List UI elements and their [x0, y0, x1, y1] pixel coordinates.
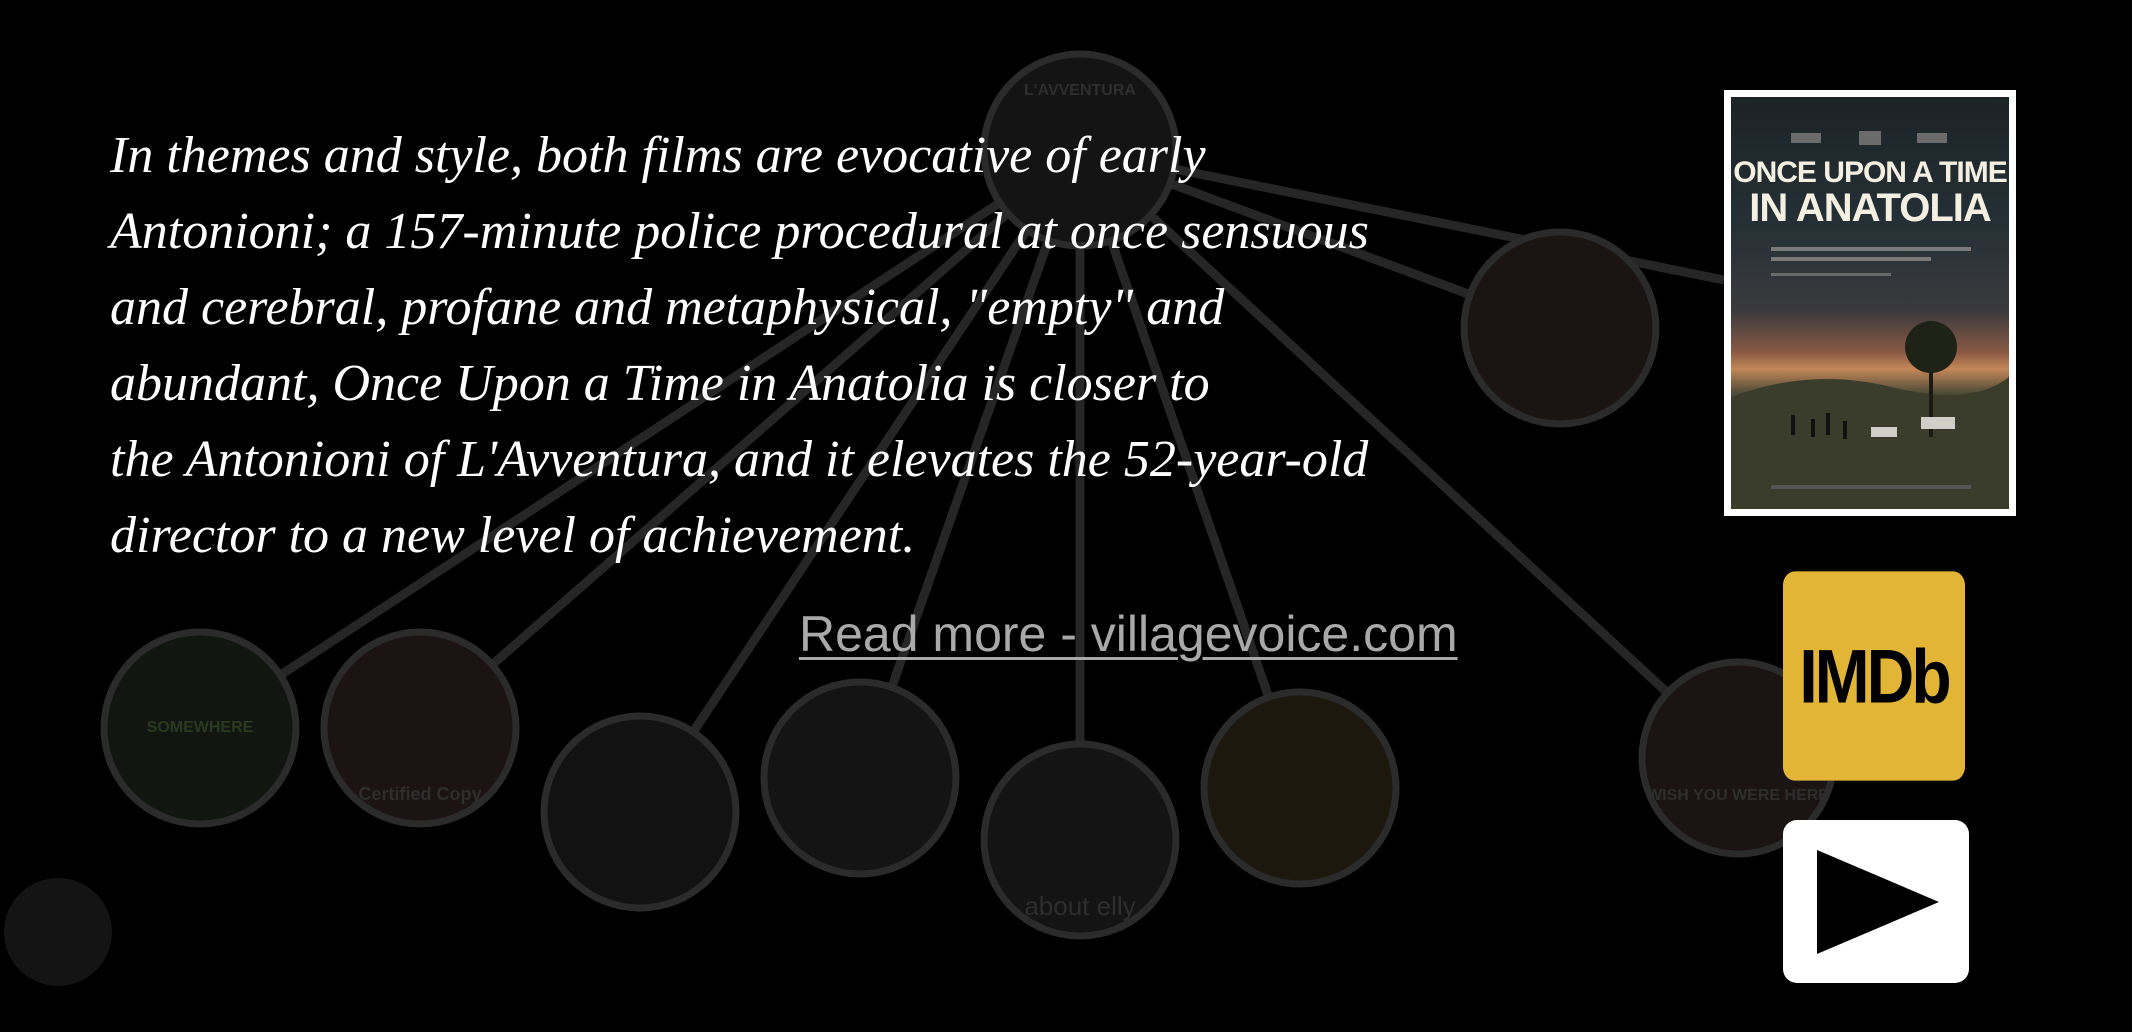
- quote-line: the Antonioni of L'Avventura, and it ele…: [110, 431, 1369, 488]
- read-more-link[interactable]: Read more - villagevoice.com: [799, 604, 1458, 664]
- imdb-button[interactable]: IMDb: [1783, 571, 1965, 781]
- poster-title-line: IN ANATOLIA: [1749, 186, 1992, 230]
- play-trailer-button[interactable]: [1783, 820, 1969, 983]
- node-label: L'AVVENTURA: [1024, 82, 1136, 99]
- film-node[interactable]: [540, 712, 740, 912]
- quote-line: and cerebral, profane and metaphysical, …: [110, 279, 1225, 336]
- quote-line: director to a new level of achievement.: [110, 507, 916, 564]
- film-node[interactable]: [1200, 688, 1400, 888]
- movie-poster[interactable]: ONCE UPON A TIME IN ANATOLIA: [1724, 90, 2016, 516]
- node-label: about elly: [1024, 891, 1135, 921]
- quote-line: Antonioni; a 157-minute police procedura…: [110, 203, 1369, 260]
- imdb-logo-label: IMDb: [1799, 633, 1951, 719]
- node-label: Certified Copy: [358, 784, 481, 804]
- node-label: SOMEWHERE: [147, 719, 254, 736]
- corner-node[interactable]: [4, 878, 112, 986]
- node-label: WISH YOU WERE HERE: [1647, 787, 1829, 804]
- review-quote: In themes and style, both films are evoc…: [110, 118, 1560, 574]
- poster-title-line: ONCE UPON A TIME: [1733, 156, 2007, 189]
- film-node[interactable]: [760, 678, 960, 878]
- play-icon: [1817, 850, 1939, 954]
- poster-title: ONCE UPON A TIME IN ANATOLIA: [1731, 156, 2009, 230]
- quote-line: abundant, Once Upon a Time in Anatolia i…: [110, 355, 1210, 412]
- quote-line: In themes and style, both films are evoc…: [110, 127, 1206, 184]
